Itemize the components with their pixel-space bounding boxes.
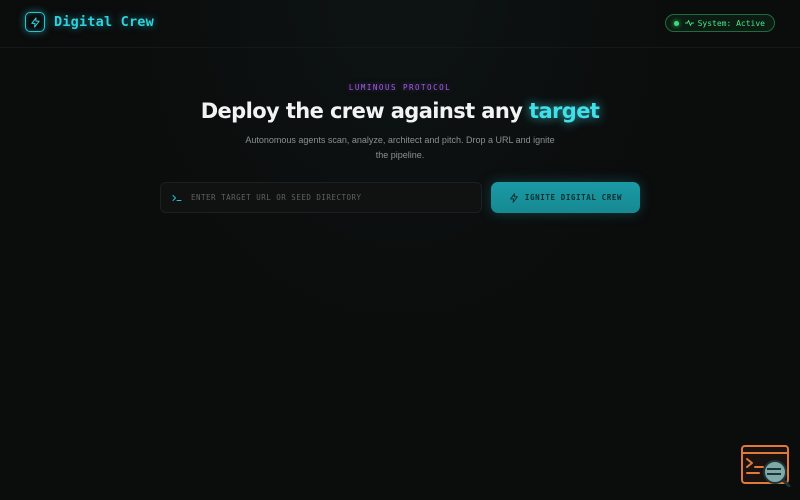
- brand-logo: [25, 12, 45, 32]
- ignite-digital-crew-button[interactable]: IGNITE DIGITAL CREW: [491, 182, 640, 213]
- terminal-prompt-icon: [172, 194, 182, 202]
- target-url-field[interactable]: [160, 182, 482, 213]
- lightning-bolt-icon: [30, 16, 41, 28]
- system-status-badge: System: Active: [664, 14, 775, 32]
- activity-pulse-icon: [684, 19, 694, 27]
- ignite-button-label: IGNITE DIGITAL CREW: [524, 193, 623, 202]
- app-page: Digital Crew System: Active LUMINOUS PRO…: [0, 0, 800, 500]
- headline-main: Deploy the crew against any: [200, 99, 530, 123]
- top-header: Digital Crew System: Active: [0, 0, 800, 48]
- brand-home-link[interactable]: Digital Crew: [25, 12, 154, 32]
- status-dot-icon: [673, 20, 679, 26]
- lightning-bolt-icon: [509, 192, 519, 203]
- floating-terminal-search-widget[interactable]: [741, 445, 791, 488]
- brand-name: Digital Crew: [54, 14, 154, 30]
- headline-accent: target: [529, 99, 600, 123]
- hero-subtitle: Autonomous agents scan, analyze, archite…: [245, 135, 555, 160]
- eyebrow-label: LUMINOUS PROTOCOL: [348, 83, 452, 92]
- page-title: Deploy the crew against any target: [0, 99, 800, 123]
- terminal-search-icon: [741, 445, 791, 492]
- target-url-input[interactable]: [191, 193, 471, 202]
- status-text: System: Active: [697, 18, 765, 28]
